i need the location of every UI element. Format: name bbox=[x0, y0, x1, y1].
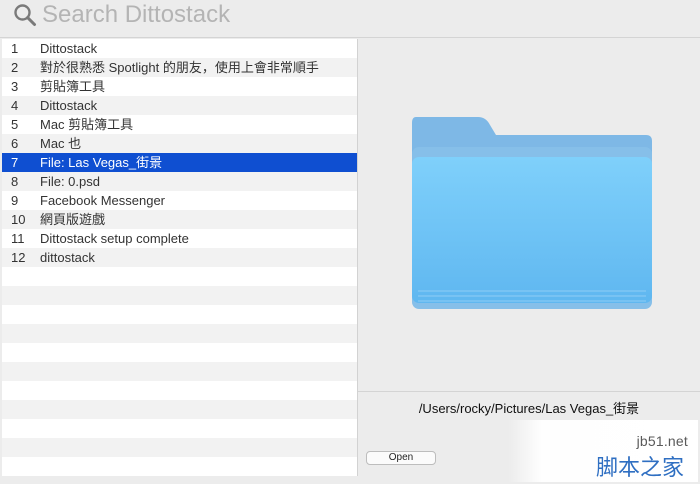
watermark-url: jb51.net bbox=[636, 433, 688, 449]
list-item[interactable]: 11 Dittostack setup complete bbox=[2, 229, 357, 248]
empty-list-row bbox=[2, 381, 357, 400]
list-item-text: File: 0.psd bbox=[40, 174, 100, 189]
list-item[interactable]: 1 Dittostack bbox=[2, 39, 357, 58]
search-input[interactable] bbox=[42, 0, 682, 30]
list-item-number: 1 bbox=[11, 41, 19, 56]
empty-list-row bbox=[2, 286, 357, 305]
list-item-text: 剪貼簿工具 bbox=[40, 79, 106, 94]
search-bar bbox=[0, 0, 700, 38]
list-item-number: 10 bbox=[11, 212, 26, 227]
file-path-label: /Users/rocky/Pictures/Las Vegas_街景 bbox=[418, 401, 640, 416]
list-item-text: 網頁版遊戲 bbox=[40, 212, 106, 227]
list-item[interactable]: 6 Mac 也 bbox=[2, 134, 357, 153]
empty-list-row bbox=[2, 305, 357, 324]
list-item-number: 6 bbox=[11, 136, 19, 151]
list-item[interactable]: 10 網頁版遊戲 bbox=[2, 210, 357, 229]
watermark: jb51.net 脚本之家 bbox=[508, 420, 698, 482]
clipboard-list[interactable]: 1 Dittostack 2 對於很熟悉 Spotlight 的朋友，使用上會非常順手… bbox=[2, 39, 358, 476]
empty-list-row bbox=[2, 457, 357, 476]
list-item-number: 9 bbox=[11, 193, 19, 208]
list-item[interactable]: 8 File: 0.psd bbox=[2, 172, 357, 191]
folder-icon bbox=[412, 117, 652, 309]
list-item-text: Dittostack bbox=[40, 41, 98, 56]
list-item-number: 7 bbox=[11, 155, 19, 170]
search-icon bbox=[14, 4, 36, 26]
list-item[interactable]: 2 對於很熟悉 Spotlight 的朋友，使用上會非常順手 bbox=[2, 58, 357, 77]
list-item-text: 對於很熟悉 Spotlight 的朋友，使用上會非常順手 bbox=[40, 60, 319, 75]
preview-panel: /Users/rocky/Pictures/Las Vegas_街景 Open bbox=[358, 39, 700, 477]
empty-list-row bbox=[2, 419, 357, 438]
list-item-number: 5 bbox=[11, 117, 19, 132]
open-button[interactable]: Open bbox=[366, 451, 436, 465]
empty-list-row bbox=[2, 400, 357, 419]
watermark-brand: 脚本之家 bbox=[595, 456, 684, 481]
list-item-text: File: Las Vegas_街景 bbox=[40, 155, 163, 170]
list-item-text: Mac 也 bbox=[40, 136, 82, 151]
list-item[interactable]: 3 剪貼簿工具 bbox=[2, 77, 357, 96]
empty-list-row bbox=[2, 343, 357, 362]
list-item-text: Facebook Messenger bbox=[40, 193, 166, 208]
empty-list-row bbox=[2, 438, 357, 457]
list-item[interactable]: 9 Facebook Messenger bbox=[2, 191, 357, 210]
empty-list-row bbox=[2, 267, 357, 286]
list-item[interactable]: 5 Mac 剪貼簿工具 bbox=[2, 115, 357, 134]
empty-list-row bbox=[2, 324, 357, 343]
list-item[interactable]: 4 Dittostack bbox=[2, 96, 357, 115]
list-item-text: Dittostack bbox=[40, 98, 98, 113]
list-item-text: Mac 剪貼簿工具 bbox=[40, 117, 134, 132]
list-item-number: 4 bbox=[11, 98, 19, 113]
list-item-number: 2 bbox=[11, 60, 19, 75]
list-item-text: Dittostack setup complete bbox=[40, 231, 189, 246]
empty-list-row bbox=[2, 362, 357, 381]
list-item-number: 11 bbox=[11, 231, 25, 246]
list-item-number: 12 bbox=[11, 250, 26, 265]
list-item-number: 3 bbox=[11, 79, 19, 94]
list-item-number: 8 bbox=[11, 174, 19, 189]
list-item[interactable]: 12 dittostack bbox=[2, 248, 357, 267]
list-item-text: dittostack bbox=[40, 250, 95, 265]
list-item[interactable]: 7 File: Las Vegas_街景 bbox=[2, 153, 357, 172]
